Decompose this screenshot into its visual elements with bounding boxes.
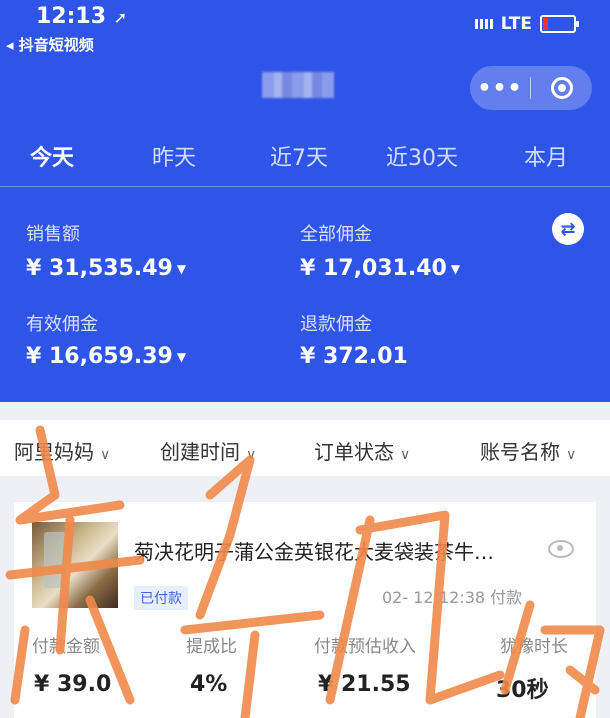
sales-value[interactable]: ¥ 31,535.49 ▼	[26, 256, 186, 281]
signal-icon	[474, 19, 493, 29]
total-commission-amount: ¥ 17,031.40	[300, 256, 447, 281]
metric-label-rate: 提成比	[186, 637, 237, 657]
battery-icon	[540, 15, 579, 33]
chevron-down-icon: ∨	[566, 447, 577, 463]
tab-today[interactable]: 今天	[30, 140, 74, 172]
status-badge: 已付款	[134, 586, 188, 610]
filter-label: 账号名称	[480, 440, 560, 464]
status-bar: 12:13 ➚	[36, 4, 127, 29]
swap-icon[interactable]: ⇄	[552, 213, 584, 245]
filter-label: 创建时间	[160, 440, 240, 464]
valid-commission-value[interactable]: ¥ 16,659.39 ▼	[26, 344, 186, 369]
tab-this-month[interactable]: 本月	[524, 140, 568, 172]
product-thumbnail	[32, 522, 118, 608]
sales-label: 销售额	[26, 224, 80, 245]
valid-commission-amount: ¥ 16,659.39	[26, 344, 173, 369]
metric-value-duration: 30秒	[496, 678, 549, 703]
header-divider	[0, 186, 610, 187]
metric-value-estimate: ¥ 21.55	[318, 672, 411, 697]
blurred-page-title	[262, 72, 334, 98]
network-label: LTE	[500, 14, 532, 34]
sales-amount: ¥ 31,535.49	[26, 256, 173, 281]
caret-down-icon: ▼	[176, 350, 187, 364]
status-time: 12:13	[36, 4, 107, 29]
back-to-app-link[interactable]: ◂ 抖音短视频	[6, 34, 94, 55]
chevron-down-icon: ∨	[100, 447, 111, 463]
miniprogram-capsule: •••	[470, 66, 592, 110]
date-tabs: 今天 昨天 近7天 近30天 本月	[0, 140, 610, 176]
tab-yesterday[interactable]: 昨天	[152, 140, 196, 172]
tab-30days[interactable]: 近30天	[386, 140, 458, 172]
total-commission-label: 全部佣金	[300, 224, 372, 245]
caret-down-icon: ▼	[450, 262, 461, 276]
product-title: 菊决花明子蒲公金英银花大麦袋装茶牛…	[134, 540, 494, 564]
header-panel: 12:13 ➚ LTE ◂ 抖音短视频 ••• 今天 昨天 近7天 近30天 本…	[0, 0, 610, 402]
more-icon[interactable]: •••	[470, 76, 530, 101]
tab-7days[interactable]: 近7天	[270, 140, 328, 172]
order-card[interactable]: 菊决花明子蒲公金英银花大麦袋装茶牛… 已付款 02- 12:12:38 付款 付…	[14, 502, 596, 718]
chevron-down-icon: ∨	[246, 447, 257, 463]
filter-bar: 阿里妈妈 ∨ 创建时间 ∨ 订单状态 ∨ 账号名称 ∨	[0, 420, 610, 476]
metric-value-rate: 4%	[190, 672, 228, 697]
close-button[interactable]	[531, 77, 592, 99]
caret-down-icon: ▼	[176, 262, 187, 276]
filter-account-name[interactable]: 账号名称 ∨	[480, 436, 576, 465]
refund-commission-value: ¥ 372.01	[300, 344, 408, 369]
filter-platform[interactable]: 阿里妈妈 ∨	[14, 436, 110, 465]
valid-commission-label: 有效佣金	[26, 314, 98, 335]
chevron-down-icon: ∨	[400, 447, 411, 463]
metric-label-estimate: 付款预估收入	[314, 637, 416, 657]
eye-icon[interactable]	[548, 540, 574, 558]
filter-order-status[interactable]: 订单状态 ∨	[314, 436, 410, 465]
filter-created-time[interactable]: 创建时间 ∨	[160, 436, 256, 465]
metric-label-duration: 犹豫时长	[500, 637, 568, 657]
metric-label-amount: 付款金额	[32, 637, 100, 657]
filter-label: 阿里妈妈	[14, 440, 94, 464]
filter-label: 订单状态	[314, 440, 394, 464]
location-icon: ➚	[113, 8, 128, 27]
total-commission-value[interactable]: ¥ 17,031.40 ▼	[300, 256, 460, 281]
refund-commission-label: 退款佣金	[300, 314, 372, 335]
status-indicators: LTE	[474, 14, 579, 34]
target-circle-icon	[550, 77, 573, 99]
metric-value-amount: ¥ 39.0	[34, 672, 112, 697]
order-time: 02- 12:12:38 付款	[382, 588, 523, 607]
